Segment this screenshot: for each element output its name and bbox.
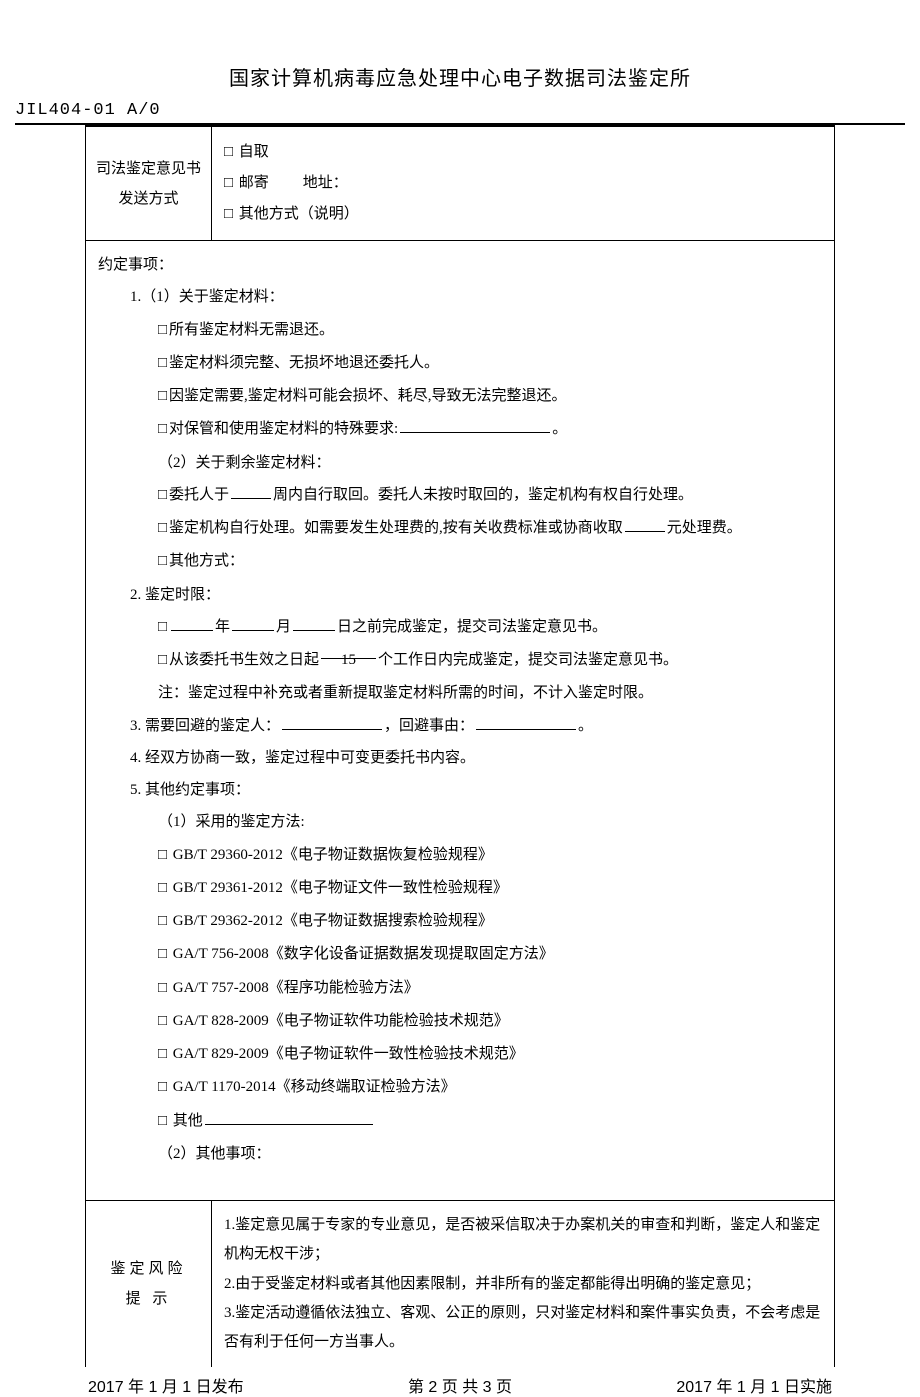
agreed-heading: 约定事项： xyxy=(98,249,822,281)
d-note: 注：鉴定过程中补充或者重新提取鉴定材料所需的时间，不计入鉴定时限。 xyxy=(98,677,822,709)
std7[interactable]: GA/T 829-2009《电子物证软件一致性检验技术规范》 xyxy=(98,1038,822,1071)
item3: 3. 需要回避的鉴定人：，回避事由：。 xyxy=(98,710,822,742)
std-other[interactable]: 其他 xyxy=(98,1105,822,1138)
r2[interactable]: 鉴定机构自行处理。如需要发生处理费的,按有关收费标准或协商收取元处理费。 xyxy=(98,512,822,545)
form-table: 司法鉴定意见书 发送方式 自取 邮寄地址： 其他方式（说明） 约定事项： 1.（… xyxy=(85,125,835,1367)
risk-row: 鉴定风险 提 示 1.鉴定意见属于专家的专业意见，是否被采信取决于办案机关的审查… xyxy=(86,1201,834,1367)
item5b: （2）其他事项： xyxy=(98,1138,822,1170)
footer-right: 2017 年 1 月 1 日实施 xyxy=(676,1373,832,1397)
doc-code: JIL404-01 A/0 xyxy=(15,101,905,125)
page-title: 国家计算机病毒应急处理中心电子数据司法鉴定所 xyxy=(60,62,860,91)
delivery-opt-mail[interactable]: 邮寄地址： xyxy=(224,168,822,199)
delivery-row: 司法鉴定意见书 发送方式 自取 邮寄地址： 其他方式（说明） xyxy=(86,127,834,241)
item1-title: 1.（1）关于鉴定材料： xyxy=(98,281,822,313)
delivery-opt-other[interactable]: 其他方式（说明） xyxy=(224,199,822,230)
m3[interactable]: 因鉴定需要,鉴定材料可能会损坏、耗尽,导致无法完整退还。 xyxy=(98,380,822,413)
r1[interactable]: 委托人于周内自行取回。委托人未按时取回的，鉴定机构有权自行处理。 xyxy=(98,479,822,512)
item5-title: 5. 其他约定事项： xyxy=(98,774,822,806)
m2[interactable]: 鉴定材料须完整、无损坏地退还委托人。 xyxy=(98,347,822,380)
delivery-label: 司法鉴定意见书 发送方式 xyxy=(86,127,212,241)
m1[interactable]: 所有鉴定材料无需退还。 xyxy=(98,314,822,347)
delivery-opt-self[interactable]: 自取 xyxy=(224,137,822,168)
item2-title: 2. 鉴定时限： xyxy=(98,579,822,611)
std3[interactable]: GB/T 29362-2012《电子物证数据搜索检验规程》 xyxy=(98,905,822,938)
std1[interactable]: GB/T 29360-2012《电子物证数据恢复检验规程》 xyxy=(98,839,822,872)
d1[interactable]: 年月日之前完成鉴定，提交司法鉴定意见书。 xyxy=(98,611,822,644)
item1b-title: （2）关于剩余鉴定材料： xyxy=(98,447,822,479)
std5[interactable]: GA/T 757-2008《程序功能检验方法》 xyxy=(98,972,822,1005)
footer-left: 2017 年 1 月 1 日发布 xyxy=(88,1373,244,1397)
std4[interactable]: GA/T 756-2008《数字化设备证据数据发现提取固定方法》 xyxy=(98,938,822,971)
d2[interactable]: 从该委托书生效之日起15个工作日内完成鉴定，提交司法鉴定意见书。 xyxy=(98,644,822,677)
risk-body: 1.鉴定意见属于专家的专业意见，是否被采信取决于办案机关的审查和判断，鉴定人和鉴… xyxy=(212,1201,834,1367)
std6[interactable]: GA/T 828-2009《电子物证软件功能检验技术规范》 xyxy=(98,1005,822,1038)
agreed-items: 约定事项： 1.（1）关于鉴定材料： 所有鉴定材料无需退还。 鉴定材料须完整、无… xyxy=(86,241,834,1201)
std2[interactable]: GB/T 29361-2012《电子物证文件一致性检验规程》 xyxy=(98,872,822,905)
item5a: （1）采用的鉴定方法: xyxy=(98,806,822,838)
footer: 2017 年 1 月 1 日发布 第 2 页 共 3 页 2017 年 1 月 … xyxy=(60,1373,860,1397)
risk-label: 鉴定风险 提 示 xyxy=(86,1201,212,1367)
m4[interactable]: 对保管和使用鉴定材料的特殊要求:。 xyxy=(98,413,822,446)
item4: 4. 经双方协商一致，鉴定过程中可变更委托书内容。 xyxy=(98,742,822,774)
delivery-body: 自取 邮寄地址： 其他方式（说明） xyxy=(212,127,834,241)
r3[interactable]: 其他方式： xyxy=(98,545,822,578)
std8[interactable]: GA/T 1170-2014《移动终端取证检验方法》 xyxy=(98,1071,822,1104)
footer-center: 第 2 页 共 3 页 xyxy=(408,1373,512,1397)
